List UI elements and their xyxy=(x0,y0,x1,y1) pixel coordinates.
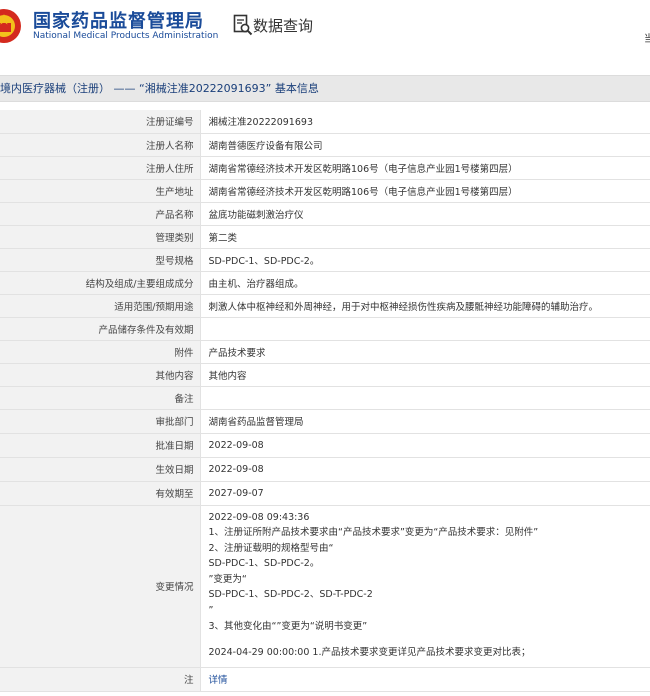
table-row: 注册人名称 湖南普德医疗设备有限公司 xyxy=(0,133,650,157)
row-value: 湖南省常德经济技术开发区乾明路106号（电子信息产业园1号楼第四层） xyxy=(200,156,650,180)
row-label: 生产地址 xyxy=(0,179,201,203)
row-value xyxy=(200,317,650,341)
change-spacer xyxy=(209,634,650,645)
logo-title-en[interactable]: National Medical Products Administration xyxy=(33,31,218,41)
row-value: 其他内容 xyxy=(200,363,650,387)
table-row: 生产地址 湖南省常德经济技术开发区乾明路106号（电子信息产业园1号楼第四层） xyxy=(0,179,650,203)
row-label: 其他内容 xyxy=(0,363,201,387)
row-label: 注册人名称 xyxy=(0,133,201,157)
row-value: 盆底功能磁刺激治疗仪 xyxy=(200,202,650,226)
page-title: 境内医疗器械（注册） —— “湘械注准20222091693” 基本信息 xyxy=(0,75,650,102)
row-label: 审批部门 xyxy=(0,409,201,434)
row-label: 有效期至 xyxy=(0,481,201,506)
change-history-row: 变更情况 2022-09-08 09:43:36 1、注册证所附产品技术要求由“… xyxy=(0,505,650,668)
change-line: 2022-09-08 09:43:36 xyxy=(208,511,310,523)
row-label: 附件 xyxy=(0,340,201,364)
table-row: 管理类别 第二类 xyxy=(0,225,650,249)
table-row: 附件 产品技术要求 xyxy=(0,340,650,364)
row-label: 管理类别 xyxy=(0,225,201,249)
row-label: 产品名称 xyxy=(0,202,201,226)
row-value: 2027-09-07 xyxy=(200,481,650,506)
data-query-label: 数据查询 xyxy=(253,17,314,35)
table-row: 备注 xyxy=(0,386,650,410)
table-row: 注册人住所 湖南省常德经济技术开发区乾明路106号（电子信息产业园1号楼第四层） xyxy=(0,156,650,180)
change-line: ” xyxy=(208,605,214,617)
logo-title-cn[interactable]: 国家药品监督管理局 xyxy=(33,7,204,33)
table-row: 生效日期 2022-09-08 xyxy=(0,457,650,482)
row-value: 湖南省常德经济技术开发区乾明路106号（电子信息产业园1号楼第四层） xyxy=(200,179,650,203)
table-row: 产品储存条件及有效期 xyxy=(0,317,650,341)
header-right-text[interactable]: 当 xyxy=(644,30,650,45)
detail-row: 注 详情 xyxy=(0,667,650,692)
row-value: 第二类 xyxy=(200,225,650,249)
change-line: 1、注册证所附产品技术要求由“产品技术要求”变更为“产品技术要求：见附件” xyxy=(208,527,539,539)
row-label: 型号规格 xyxy=(0,248,201,272)
change-line: 3、其他变化由“”变更为“说明书变更” xyxy=(208,620,368,632)
row-label: 注 xyxy=(0,667,201,692)
registration-info-table: 注册证编号 湘械注准20222091693 注册人名称 湖南普德医疗设备有限公司… xyxy=(0,110,650,692)
table-row: 型号规格 SD-PDC-1、SD-PDC-2。 xyxy=(0,248,650,272)
detail-link[interactable]: 详情 xyxy=(209,675,228,686)
table-row: 注册证编号 湘械注准20222091693 xyxy=(0,110,650,134)
change-line: SD-PDC-1、SD-PDC-2、SD-T-PDC-2 xyxy=(208,589,373,601)
row-value: 2022-09-08 xyxy=(200,457,650,482)
national-emblem-icon xyxy=(0,9,21,43)
table-row: 有效期至 2027-09-07 xyxy=(0,481,650,506)
change-line: SD-PDC-1、SD-PDC-2。 xyxy=(208,558,320,570)
row-value: 详情 xyxy=(200,667,650,692)
row-label: 适用范围/预期用途 xyxy=(0,294,201,318)
table-row: 适用范围/预期用途 刺激人体中枢神经和外周神经，用于对中枢神经损伤性疾病及腰骶神… xyxy=(0,294,650,318)
change-line: 2024-04-29 00:00:00 1.产品技术要求变更详见产品技术要求变更… xyxy=(208,647,531,659)
row-value: 产品技术要求 xyxy=(200,340,650,364)
change-line: 2、注册证载明的规格型号由“ xyxy=(208,542,334,554)
table-row: 产品名称 盆底功能磁刺激治疗仪 xyxy=(0,202,650,226)
document-search-icon xyxy=(233,14,253,36)
row-value: 湘械注准20222091693 xyxy=(200,110,650,134)
row-value: 2022-09-08 xyxy=(200,433,650,458)
row-value: SD-PDC-1、SD-PDC-2。 xyxy=(200,248,650,272)
row-value: 湖南普德医疗设备有限公司 xyxy=(200,133,650,157)
table-row: 审批部门 湖南省药品监督管理局 xyxy=(0,409,650,434)
row-value: 湖南省药品监督管理局 xyxy=(200,409,650,434)
row-label: 变更情况 xyxy=(0,505,201,668)
change-line: ”变更为“ xyxy=(208,573,247,585)
site-header: 国家药品监督管理局 National Medical Products Admi… xyxy=(0,0,650,58)
row-label: 产品储存条件及有效期 xyxy=(0,317,201,341)
table-row: 批准日期 2022-09-08 xyxy=(0,433,650,458)
table-row: 结构及组成/主要组成成分 由主机、治疗器组成。 xyxy=(0,271,650,295)
row-label: 生效日期 xyxy=(0,457,201,482)
change-history-value: 2022-09-08 09:43:36 1、注册证所附产品技术要求由“产品技术要… xyxy=(200,505,650,668)
table-row: 其他内容 其他内容 xyxy=(0,363,650,387)
row-label: 注册证编号 xyxy=(0,110,201,134)
row-label: 批准日期 xyxy=(0,433,201,458)
row-label: 结构及组成/主要组成成分 xyxy=(0,271,201,295)
row-value: 由主机、治疗器组成。 xyxy=(200,271,650,295)
row-value: 刺激人体中枢神经和外周神经，用于对中枢神经损伤性疾病及腰骶神经功能障碍的辅助治疗… xyxy=(200,294,650,318)
row-value xyxy=(200,386,650,410)
row-label: 备注 xyxy=(0,386,201,410)
row-label: 注册人住所 xyxy=(0,156,201,180)
